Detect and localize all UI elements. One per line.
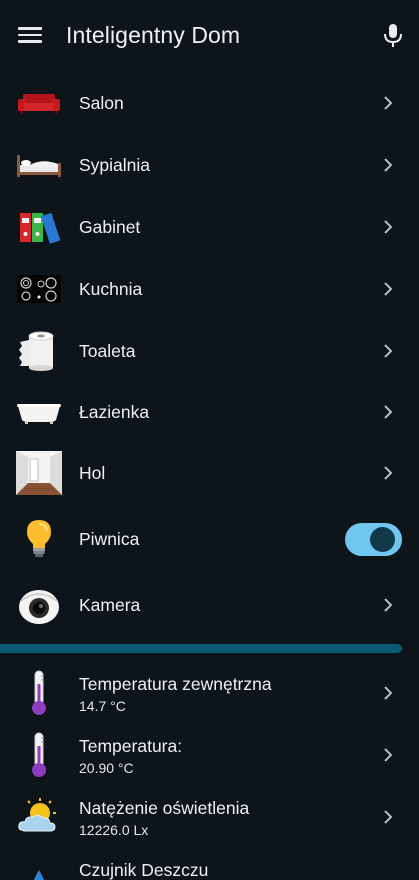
room-label: Hol — [79, 462, 106, 483]
toggle-knob — [370, 526, 395, 552]
room-row-salon[interactable]: Salon — [0, 72, 419, 134]
app-bar: Inteligentny Dom — [0, 0, 419, 72]
sensor-row-rain[interactable]: Czujnik Deszczu — [0, 848, 419, 880]
room-label: Sypialnia — [79, 154, 151, 175]
chevron-right-icon — [384, 96, 393, 110]
room-label: Kuchnia — [79, 278, 143, 299]
camera-icon — [16, 582, 62, 628]
room-label: Toaleta — [79, 340, 136, 361]
room-row-hol[interactable]: Hol — [0, 442, 419, 504]
sensor-label: Temperatura zewnętrzna — [79, 674, 272, 694]
room-label: Gabinet — [79, 216, 141, 237]
chevron-right-icon — [384, 748, 393, 762]
room-row-kuchnia[interactable]: Kuchnia — [0, 258, 419, 320]
chevron-right-icon — [384, 686, 393, 700]
sensor-label: Temperatura: — [79, 736, 183, 756]
room-label: Kamera — [79, 594, 141, 615]
sensor-row-illuminance[interactable]: Natężenie oświetlenia 12226.0 Lx — [0, 786, 419, 848]
room-label: Łazienka — [79, 401, 150, 422]
room-row-toaleta[interactable]: Toaleta — [0, 320, 419, 382]
chevron-right-icon — [384, 282, 393, 296]
sensor-row-temperature[interactable]: Temperatura: 20.90 °C — [0, 724, 419, 786]
sensor-value: 14.7 °C — [79, 698, 126, 714]
room-label: Salon — [79, 92, 124, 113]
room-row-sypialnia[interactable]: Sypialnia — [0, 134, 419, 196]
thermometer-icon — [16, 670, 62, 716]
page-title: Inteligentny Dom — [66, 22, 241, 48]
thermometer-icon — [16, 732, 62, 778]
section-divider — [0, 644, 402, 653]
stove-icon — [16, 266, 62, 312]
rain-icon — [16, 860, 62, 880]
sofa-icon — [16, 80, 62, 126]
microphone-icon[interactable] — [382, 23, 404, 49]
bathtub-icon — [16, 389, 62, 435]
chevron-right-icon — [384, 344, 393, 358]
room-row-gabinet[interactable]: Gabinet — [0, 196, 419, 258]
room-row-lazienka[interactable]: Łazienka — [0, 381, 419, 443]
hallway-icon — [16, 450, 62, 496]
sun-cloud-icon — [16, 794, 62, 840]
chevron-right-icon — [384, 466, 393, 480]
chevron-right-icon — [384, 405, 393, 419]
toilet-paper-icon — [16, 328, 62, 374]
chevron-right-icon — [384, 220, 393, 234]
light-toggle[interactable] — [345, 522, 402, 556]
sensor-label: Natężenie oświetlenia — [79, 798, 250, 818]
room-row-piwnica[interactable]: Piwnica — [0, 508, 419, 570]
sensor-value: 12226.0 Lx — [79, 822, 149, 838]
bed-icon — [16, 142, 62, 188]
binders-icon — [16, 204, 62, 250]
room-label: Piwnica — [79, 528, 140, 549]
sensor-row-outdoor-temperature[interactable]: Temperatura zewnętrzna 14.7 °C — [0, 662, 419, 724]
chevron-right-icon — [384, 810, 393, 824]
chevron-right-icon — [384, 158, 393, 172]
menu-icon[interactable] — [18, 24, 42, 48]
lightbulb-icon — [16, 516, 62, 562]
sensor-value: 20.90 °C — [79, 760, 134, 776]
room-row-kamera[interactable]: Kamera — [0, 574, 419, 636]
sensor-label: Czujnik Deszczu — [79, 860, 209, 880]
chevron-right-icon — [384, 598, 393, 612]
